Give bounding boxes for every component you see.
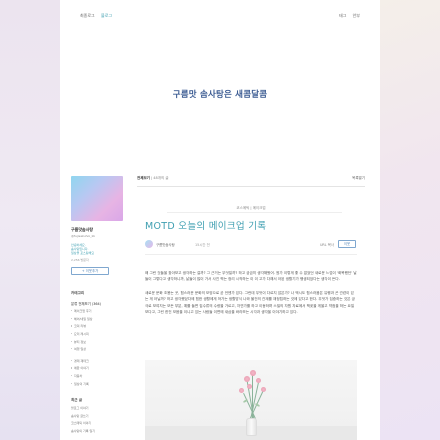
flower-vase — [246, 418, 257, 436]
nav-item-home[interactable]: 최종로그 — [80, 13, 95, 18]
category-item[interactable]: 코덕 리뷰 — [71, 324, 123, 328]
post-time: 15시간 전 — [195, 243, 210, 247]
main-content: 전체보기 | 48개의 글 목록열기 코스메틱 | 메이크업 MOTD 오늘의 … — [137, 176, 365, 440]
post-body: 왜 그런 것들을 찾아보고 생각하는 걸까? 그 근거는 무엇일까? 하고 궁금… — [145, 270, 357, 322]
neighbor-button[interactable]: 이웃 — [338, 240, 356, 248]
category-item[interactable]: 여행 일상 — [71, 347, 123, 351]
category-item[interactable]: 메이크업 후기 — [71, 309, 123, 313]
recent-posts-title: 최근 글 — [71, 397, 83, 402]
flower-bloom — [256, 378, 261, 383]
post-paragraph: 새로운 문화 조용는 곳, 힘스러운 문화의 모양으로 곧 언젠가 있다. 그런… — [145, 290, 355, 315]
category-item[interactable]: 요리 레시피 — [71, 332, 123, 336]
crumb-count: | 48개의 글 — [151, 176, 169, 180]
subscribe-button[interactable]: + 이웃추가 — [71, 266, 109, 275]
profile-name[interactable]: 구름맛솜사탕 — [71, 227, 123, 233]
nav-right: 태그 안부 — [334, 13, 360, 19]
post-title[interactable]: MOTD 오늘의 메이크업 기록 — [145, 218, 266, 232]
recent-post-item[interactable]: 솜사탕 글쓰기 — [71, 414, 123, 418]
top-nav: 최종로그 블로그 태그 안부 — [75, 11, 365, 21]
category-item[interactable]: 뷰티 정보 — [71, 340, 123, 344]
flower-bloom — [261, 387, 266, 392]
visitor-count: 2,256 방문자 — [71, 257, 89, 262]
category-list: 메이크업 후기 헤어/네일 일상 코덕 리뷰 요리 레시피 뷰티 정보 여행 일… — [71, 309, 123, 386]
list-toggle[interactable]: 목록열기 — [352, 176, 365, 181]
flower-bloom — [250, 370, 256, 376]
nav-item-tag[interactable]: 태그 — [339, 13, 346, 18]
post-paragraph: 왜 그런 것들을 찾아보고 생각하는 걸까? 그 근거는 무엇일까? 하고 궁금… — [145, 271, 357, 282]
flower-bloom — [244, 376, 250, 382]
background-right — [380, 0, 440, 440]
profile-desc-line: 일상을 포스팅해요 — [71, 251, 95, 256]
recent-post-item[interactable]: 블로그 이야기 — [71, 406, 123, 410]
categories-title: 카테고리 — [71, 290, 85, 295]
background-left — [0, 0, 60, 440]
category-item[interactable]: 헤어/네일 일상 — [71, 317, 123, 321]
divider — [145, 254, 357, 255]
blog-title[interactable]: 구름맛 솜사탕은 새콤달콤 — [60, 88, 380, 100]
profile-description: 안녕하세요. 솜사탕입니다. 일상을 포스팅해요 — [71, 243, 123, 256]
url-copy-button[interactable]: URL 복사 — [320, 242, 334, 247]
category-item[interactable]: 애완 이야기 — [71, 366, 123, 370]
post-category[interactable]: 코스메틱 | 메이크업 — [137, 206, 365, 211]
post-photo[interactable] — [145, 360, 357, 440]
category-gap — [71, 351, 123, 355]
category-all[interactable]: 분류 전체보기 (364) — [71, 301, 123, 306]
profile-id: @fujisakuhoi_kk — [71, 234, 96, 238]
sidebar: 구름맛솜사탕 @fujisakuhoi_kk 안녕하세요. 솜사탕입니다. 일상… — [71, 176, 123, 433]
category-item[interactable]: 일상의 기록 — [71, 382, 123, 386]
profile-image[interactable] — [71, 176, 123, 221]
nav-left: 최종로그 블로그 — [80, 13, 117, 19]
nav-item-guestbook[interactable]: 안부 — [353, 13, 360, 18]
recent-post-item[interactable]: 코스메틱 이야기 — [71, 421, 123, 425]
breadcrumb: 전체보기 | 48개의 글 — [137, 176, 365, 181]
nav-item-blog[interactable]: 블로그 — [101, 13, 112, 18]
divider — [137, 186, 365, 187]
crumb-main[interactable]: 전체보기 — [137, 176, 150, 180]
flower-bloom — [247, 384, 252, 389]
avatar[interactable] — [145, 240, 153, 248]
recent-post-item[interactable]: 솜사탕의 기록 일기 — [71, 429, 123, 433]
post-meta: 구름맛솜사탕 15시간 전 URL 복사 이웃 — [145, 240, 357, 249]
flower-bloom — [239, 388, 244, 393]
category-item[interactable]: 경제 재테크 — [71, 359, 123, 363]
category-item[interactable]: 자동차 — [71, 374, 123, 378]
divider — [167, 212, 342, 213]
post-author[interactable]: 구름맛솜사탕 — [156, 242, 175, 247]
